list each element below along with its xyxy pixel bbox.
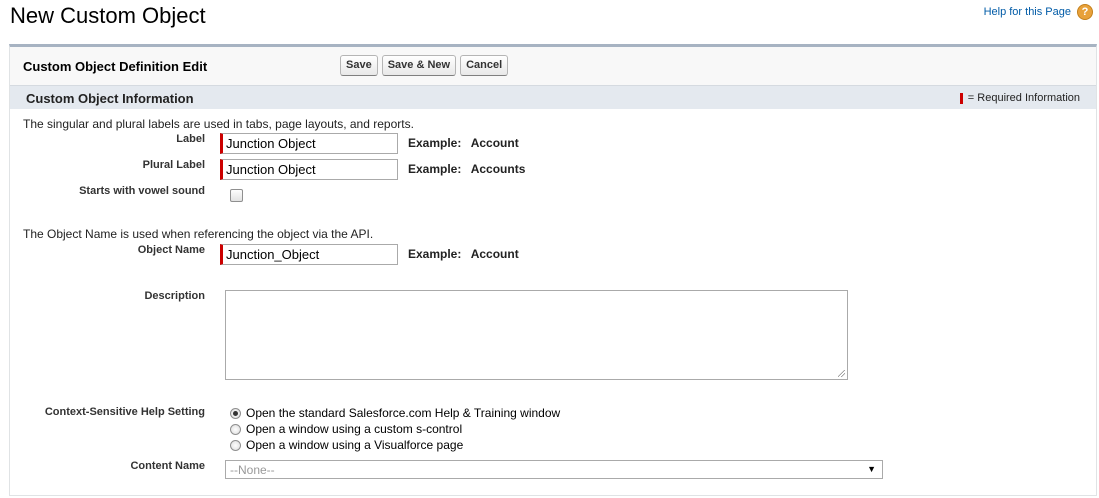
save-button[interactable]: Save xyxy=(340,55,378,76)
page-title: New Custom Object xyxy=(10,3,206,28)
panel-title: Custom Object Definition Edit xyxy=(23,59,208,74)
object-name-example-value: Account xyxy=(470,247,519,261)
vowel-field-label: Starts with vowel sound xyxy=(79,185,205,197)
help-option-label: Open a window using a Visualforce page xyxy=(246,438,464,452)
help-option-label: Open a window using a custom s-control xyxy=(246,422,463,436)
help-setting-field-label: Context-Sensitive Help Setting xyxy=(44,406,205,418)
plural-label-field-label: Plural Label xyxy=(142,159,205,171)
content-name-select[interactable]: --None-- ▼ xyxy=(225,460,883,479)
object-name-example-prefix: Example: xyxy=(408,247,462,261)
label-example: Example: Account xyxy=(408,136,519,150)
vowel-checkbox[interactable] xyxy=(230,189,243,202)
save-new-button[interactable]: Save & New xyxy=(381,55,457,76)
plural-label-example: Example: Accounts xyxy=(408,162,525,176)
form-body: The singular and plural labels are used … xyxy=(10,109,1096,495)
section-header: Custom Object Information = Required Inf… xyxy=(10,85,1096,110)
plural-example-value: Accounts xyxy=(470,162,526,176)
dropdown-arrow-icon: ▼ xyxy=(867,464,876,474)
help-link[interactable]: Help for this Page ? xyxy=(984,4,1093,20)
content-name-field-label: Content Name xyxy=(130,460,205,472)
plural-example-prefix: Example: xyxy=(408,162,462,176)
required-marker-icon xyxy=(959,92,963,104)
cancel-button[interactable]: Cancel xyxy=(460,55,509,76)
section-title: Custom Object Information xyxy=(26,91,194,106)
required-legend: = Required Information xyxy=(959,92,1080,104)
help-option-standard[interactable]: Open the standard Salesforce.com Help & … xyxy=(230,406,560,420)
description-textarea[interactable] xyxy=(225,290,848,380)
label-example-prefix: Example: xyxy=(408,136,462,150)
label-input[interactable] xyxy=(220,133,398,154)
description-field-label: Description xyxy=(144,290,205,302)
label-example-value: Account xyxy=(470,136,519,150)
object-name-example: Example: Account xyxy=(408,247,519,261)
panel-header: Custom Object Definition Edit Save Save … xyxy=(10,47,1096,85)
label-field-label: Label xyxy=(176,133,205,145)
help-link-label: Help for this Page xyxy=(983,6,1071,18)
button-row: Save Save & New Cancel xyxy=(340,55,509,76)
content-name-value: --None-- xyxy=(230,462,275,477)
object-name-intro: The Object Name is used when referencing… xyxy=(23,227,374,241)
plural-label-input[interactable] xyxy=(220,159,398,180)
help-option-s-control[interactable]: Open a window using a custom s-control xyxy=(230,422,462,436)
help-option-visualforce[interactable]: Open a window using a Visualforce page xyxy=(230,438,463,452)
radio-checked-icon[interactable] xyxy=(230,407,241,419)
radio-icon[interactable] xyxy=(230,423,241,435)
question-icon: ? xyxy=(1077,4,1093,20)
labels-intro: The singular and plural labels are used … xyxy=(23,117,414,131)
help-option-label: Open the standard Salesforce.com Help & … xyxy=(246,406,561,420)
radio-icon[interactable] xyxy=(230,439,241,451)
custom-object-edit-panel: Custom Object Definition Edit Save Save … xyxy=(9,44,1097,496)
resize-grip-icon[interactable] xyxy=(838,370,845,377)
object-name-input[interactable] xyxy=(220,244,398,265)
required-legend-text: = Required Information xyxy=(967,92,1080,104)
object-name-field-label: Object Name xyxy=(137,244,205,256)
